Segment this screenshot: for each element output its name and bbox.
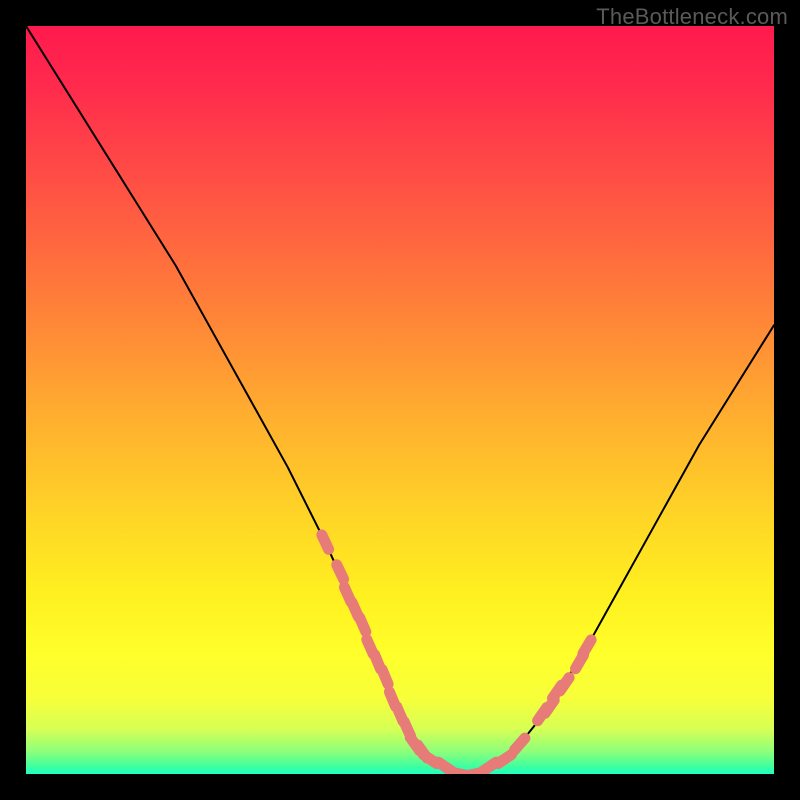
- curve-marker: [498, 755, 511, 764]
- curve-marker: [514, 738, 525, 750]
- watermark-text: TheBottleneck.com: [596, 4, 788, 30]
- curve-marker: [560, 678, 569, 691]
- bottleneck-curve: [26, 26, 774, 774]
- chart-svg: [26, 26, 774, 774]
- chart-plot-area: [26, 26, 774, 774]
- curve-marker: [322, 535, 329, 549]
- curve-marker: [359, 617, 365, 632]
- chart-frame: TheBottleneck.com: [0, 0, 800, 800]
- curve-markers: [322, 535, 591, 774]
- curve-marker: [583, 640, 591, 654]
- curve-marker: [337, 565, 344, 580]
- curve-marker: [382, 669, 388, 684]
